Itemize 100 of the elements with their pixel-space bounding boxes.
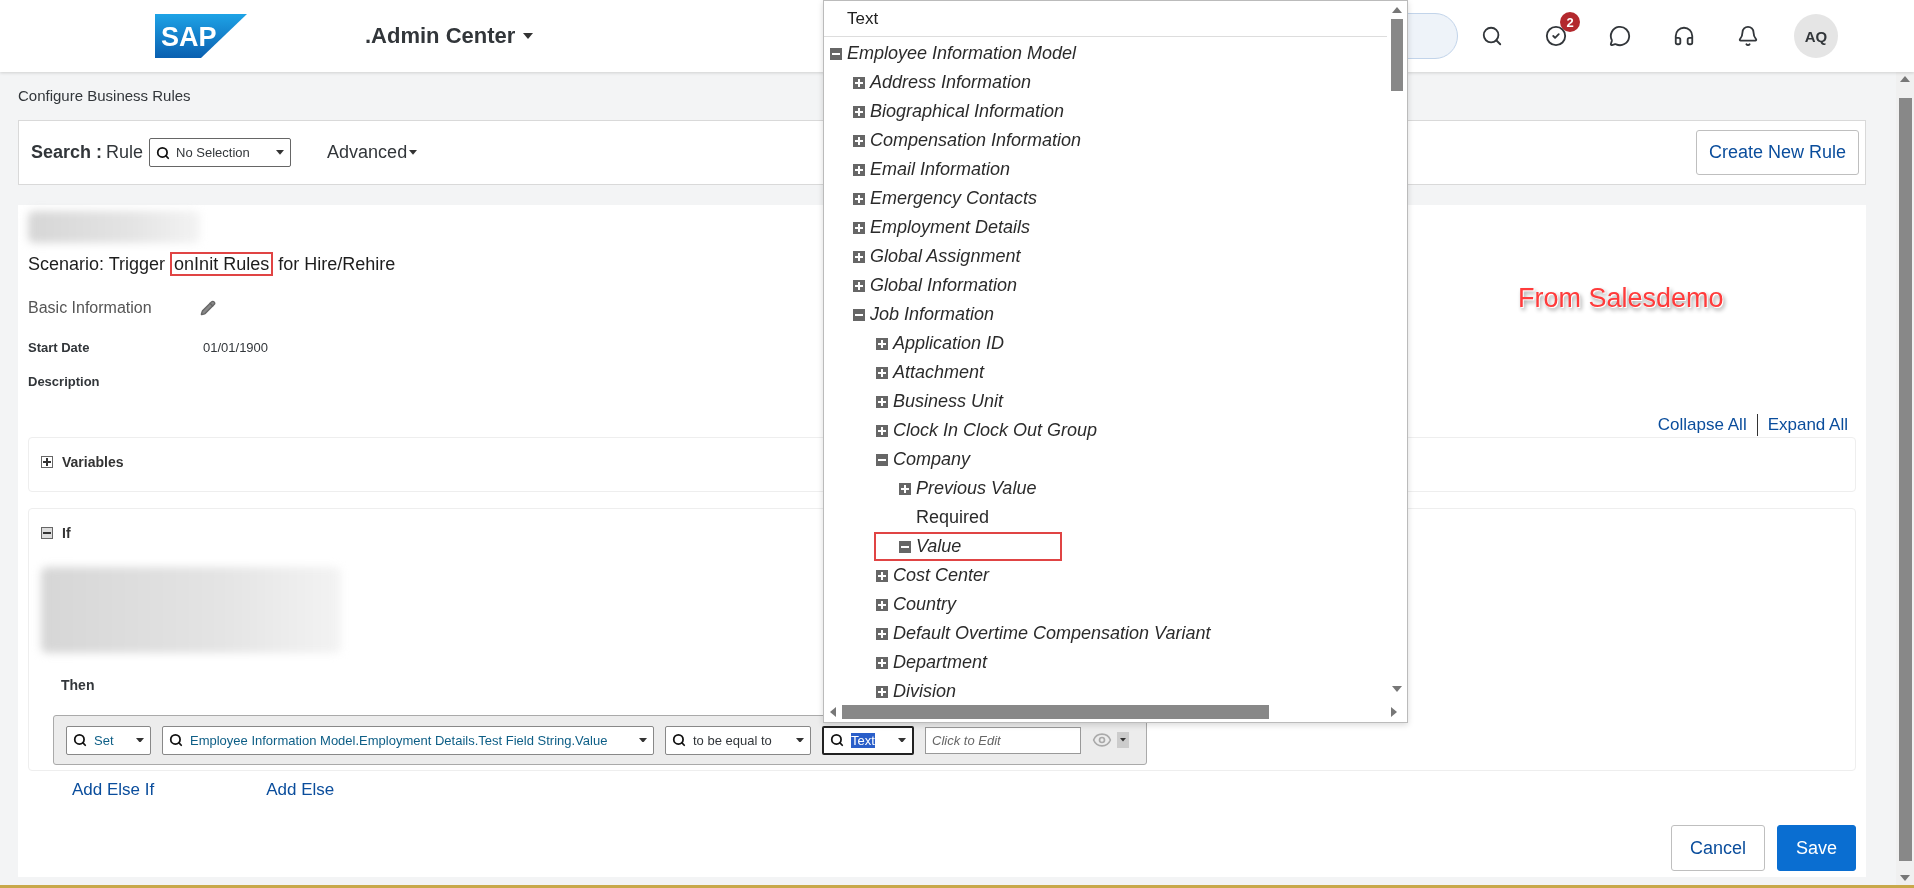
then-label: Then	[61, 677, 95, 695]
collapse-all-link[interactable]: Collapse All	[1657, 415, 1747, 435]
scrollbar-thumb[interactable]	[842, 705, 1269, 719]
scroll-up-icon[interactable]	[1900, 76, 1910, 82]
add-link[interactable]: Add Else If	[72, 780, 155, 800]
avatar[interactable]: AQ	[1794, 14, 1838, 58]
tree-item[interactable]: Company	[876, 445, 1387, 474]
caret-icon	[898, 737, 906, 743]
scroll-down-icon[interactable]	[1392, 686, 1402, 692]
cancel-button[interactable]: Cancel	[1670, 825, 1765, 871]
collapse-icon[interactable]	[830, 47, 842, 60]
expand-icon[interactable]	[876, 627, 888, 640]
expand-icon[interactable]	[899, 482, 911, 495]
expand-icon[interactable]	[853, 134, 865, 147]
tree-item[interactable]: Country	[876, 590, 1387, 619]
section-title: Basic Information	[28, 299, 153, 317]
tasks-button[interactable]: 2	[1534, 14, 1578, 58]
select-field[interactable]: Text	[822, 725, 914, 755]
tree-item[interactable]: Emergency Contacts	[853, 184, 1387, 213]
tree-item[interactable]: Address Information	[853, 68, 1387, 97]
select-field[interactable]: to be equal to	[665, 725, 811, 755]
expand-icon[interactable]	[876, 656, 888, 669]
expand-icon[interactable]	[876, 598, 888, 611]
tree-item[interactable]: Employee Information Model	[830, 39, 1387, 68]
expand-icon[interactable]	[853, 163, 865, 176]
field-label: Start Date	[28, 339, 91, 355]
search-icon	[672, 733, 686, 747]
dropdown-header: Text	[824, 1, 1387, 37]
tree-item[interactable]: Business Unit	[876, 387, 1387, 416]
tree-item[interactable]: Division	[876, 677, 1387, 702]
search-icon	[1481, 25, 1503, 47]
expand-icon[interactable]	[876, 395, 888, 408]
scrollbar[interactable]	[1896, 72, 1914, 885]
tree-item[interactable]: Value	[874, 532, 1062, 561]
scroll-down-icon[interactable]	[1900, 875, 1910, 881]
caret-icon	[409, 150, 418, 155]
expand-icon[interactable]	[853, 250, 865, 263]
save-button[interactable]: Save	[1776, 825, 1856, 871]
pencil-icon[interactable]	[200, 300, 216, 316]
select-field[interactable]: Employee Information Model.Employment Details.Test Field String.Value	[162, 725, 654, 755]
expand-icon[interactable]	[876, 424, 888, 437]
annotation-text: From Salesdemo	[1518, 283, 1724, 314]
app-title[interactable]: .Admin Center	[365, 23, 534, 49]
expand-icon[interactable]	[853, 221, 865, 234]
tree-item[interactable]: Required	[899, 503, 1387, 532]
expand-all-link[interactable]: Expand All	[1767, 415, 1848, 435]
expand-icon[interactable]	[876, 569, 888, 582]
expand-icon[interactable]	[876, 366, 888, 379]
logo[interactable]: SAP	[155, 14, 247, 58]
tree-item[interactable]: Email Information	[853, 155, 1387, 184]
tree-item[interactable]: Global Information	[853, 271, 1387, 300]
tree-item[interactable]: Default Overtime Compensation Variant	[876, 619, 1387, 648]
scroll-left-icon[interactable]	[830, 707, 836, 717]
collapse-icon[interactable]	[876, 453, 888, 466]
rule-select[interactable]: No Selection	[149, 138, 292, 167]
count-badge: 2	[1560, 12, 1580, 32]
advanced-menu[interactable]: Advanced	[327, 142, 418, 163]
caret-icon	[639, 737, 647, 743]
dropdown-toggle[interactable]	[1117, 732, 1129, 748]
expand-icon[interactable]	[41, 456, 53, 468]
tree-item[interactable]: Employment Details	[853, 213, 1387, 242]
caret-icon	[136, 737, 144, 743]
tree-item[interactable]: Cost Center	[876, 561, 1387, 590]
caret-icon	[796, 737, 804, 743]
input-field[interactable]: Click to Edit	[925, 726, 1081, 754]
caret-icon	[1120, 738, 1126, 742]
section-title: If	[62, 525, 71, 541]
expand-icon[interactable]	[876, 685, 888, 698]
tree-item[interactable]: Clock In Clock Out Group	[876, 416, 1387, 445]
tree-item[interactable]: Job Information	[853, 300, 1387, 329]
expand-icon[interactable]	[853, 279, 865, 292]
tree-item[interactable]: Previous Value	[899, 474, 1387, 503]
expand-icon[interactable]	[876, 337, 888, 350]
search-icon	[156, 145, 171, 160]
search-icon	[169, 733, 183, 747]
expand-icon[interactable]	[853, 192, 865, 205]
chat-bubble-icon	[1609, 25, 1631, 47]
scroll-right-icon[interactable]	[1391, 707, 1397, 717]
collapse-icon[interactable]	[41, 527, 53, 539]
scrollbar-thumb[interactable]	[1898, 98, 1912, 861]
scrollbar-thumb[interactable]	[1391, 19, 1403, 91]
page-title: Configure Business Rules	[18, 86, 192, 106]
add-link[interactable]: Add Else	[266, 780, 335, 800]
tree-item[interactable]: Department	[876, 648, 1387, 677]
expand-icon[interactable]	[853, 105, 865, 118]
collapse-icon[interactable]	[853, 308, 865, 321]
tree-item[interactable]: Attachment	[876, 358, 1387, 387]
search-icon	[830, 733, 844, 747]
headset-icon	[1673, 25, 1695, 47]
search-icon	[73, 733, 87, 747]
select-field[interactable]: Set	[66, 725, 151, 755]
collapse-icon[interactable]	[899, 540, 911, 553]
field-value: 01/01/1900	[203, 339, 269, 355]
caret-icon	[276, 150, 285, 155]
tree-item[interactable]: Biographical Information	[853, 97, 1387, 126]
create-rule-button[interactable]: Create New Rule	[1695, 130, 1859, 175]
tree-item[interactable]: Application ID	[876, 329, 1387, 358]
expand-icon[interactable]	[853, 76, 865, 89]
tree-item[interactable]: Compensation Information	[853, 126, 1387, 155]
tree-item[interactable]: Global Assignment	[853, 242, 1387, 271]
